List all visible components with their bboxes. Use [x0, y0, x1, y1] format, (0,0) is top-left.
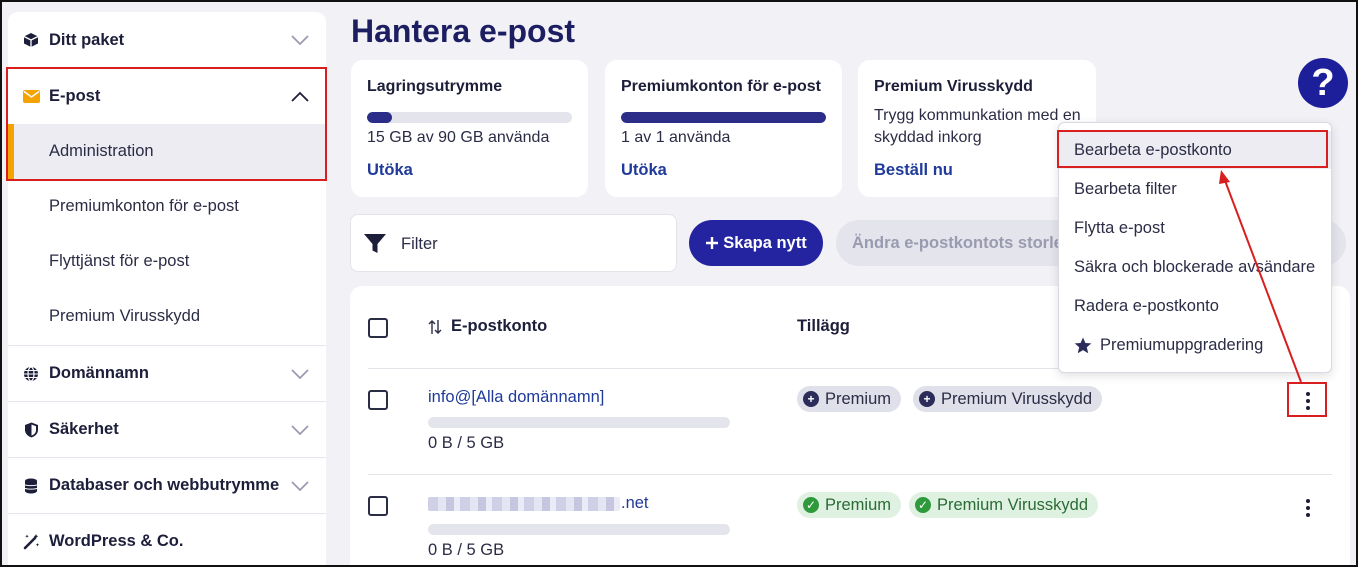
- plus-circle-icon: +: [803, 391, 819, 407]
- row-checkbox[interactable]: [368, 496, 388, 516]
- menu-item-label: Säkra och blockerade avsändare: [1074, 257, 1316, 276]
- sidebar-item-databaser[interactable]: Databaser och webbutrymme: [8, 458, 326, 513]
- more-options-icon[interactable]: [1305, 499, 1311, 517]
- filter-icon: [364, 234, 386, 253]
- addon-label: Premium: [825, 389, 892, 408]
- premium-progress-bar: [621, 112, 826, 123]
- sidebar-subitem-premiumkonton[interactable]: Premiumkonton för e-post: [8, 179, 326, 234]
- database-icon: [22, 477, 40, 495]
- addon-label: Premium Virusskydd: [937, 495, 1088, 514]
- annotation-highlight-box: [1287, 382, 1327, 417]
- expand-premium-link[interactable]: Utöka: [621, 161, 667, 180]
- menu-item-delete-account[interactable]: Radera e-postkonto: [1059, 287, 1331, 325]
- box-icon: [22, 31, 40, 49]
- sidebar-item-label: Säkerhet: [49, 420, 119, 438]
- row-checkbox[interactable]: [368, 390, 388, 410]
- menu-item-label: Radera e-postkonto: [1074, 296, 1219, 315]
- question-icon: ?: [1311, 61, 1335, 104]
- sort-icon[interactable]: [428, 319, 442, 335]
- card-description: Trygg kommunkation med en skyddad inkorg: [874, 107, 1081, 146]
- chevron-down-icon: [291, 480, 309, 491]
- menu-item-move-email[interactable]: Flytta e-post: [1059, 209, 1331, 247]
- storage-progress-bar: [367, 112, 572, 123]
- usage-text: 0 B / 5 GB: [428, 434, 505, 452]
- page-title: Hantera e-post: [351, 13, 576, 49]
- email-account-link[interactable]: info@[Alla domännamn]: [428, 388, 604, 407]
- globe-icon: [22, 365, 40, 383]
- progress-fill: [621, 112, 826, 123]
- check-circle-icon: ✓: [915, 497, 931, 513]
- menu-item-label: Bearbeta filter: [1074, 179, 1177, 198]
- chevron-down-icon: [291, 35, 309, 46]
- magic-wand-icon: [22, 533, 40, 551]
- addon-badge-virus[interactable]: + Premium Virusskydd: [913, 386, 1102, 412]
- menu-item-label: Flytta e-post: [1074, 218, 1165, 237]
- annotation-highlight-box: [6, 67, 327, 181]
- menu-item-premium-upgrade[interactable]: Premiumuppgradering: [1059, 326, 1331, 364]
- sidebar-item-label: Domännamn: [49, 364, 149, 382]
- addon-label: Premium: [825, 495, 892, 514]
- redacted-email: [428, 497, 620, 511]
- chevron-down-icon: [291, 424, 309, 435]
- sidebar-subitem-flyttjanst[interactable]: Flyttjänst för e-post: [8, 234, 326, 289]
- filter-input[interactable]: Filter: [350, 214, 677, 272]
- sidebar-item-label: WordPress & Co.: [49, 532, 184, 550]
- resize-account-label: Ändra e-postkontots storlek: [852, 233, 1073, 252]
- sidebar-item-label: Databaser och webbutrymme: [49, 476, 280, 494]
- sidebar-item-wordpress[interactable]: WordPress & Co.: [8, 514, 326, 567]
- chevron-down-icon: [291, 368, 309, 379]
- order-now-link[interactable]: Beställ nu: [874, 161, 953, 180]
- addon-badge-virus: ✓ Premium Virusskydd: [909, 492, 1098, 518]
- help-button[interactable]: ?: [1298, 58, 1348, 108]
- sidebar-subitem-label: Premiumkonton för e-post: [49, 197, 239, 215]
- create-new-label: Skapa nytt: [723, 233, 807, 252]
- addon-badge-premium[interactable]: + Premium: [797, 386, 902, 412]
- check-circle-icon: ✓: [803, 497, 819, 513]
- card-status: 15 GB av 90 GB använda: [367, 129, 550, 146]
- sidebar-item-sakerhet[interactable]: Säkerhet: [8, 402, 326, 457]
- annotation-highlight-box: [1057, 130, 1328, 168]
- star-icon: [1074, 337, 1092, 353]
- premium-accounts-card: Premiumkonton för e-post 1 av 1 använda …: [605, 60, 842, 197]
- plus-icon: [706, 237, 719, 249]
- expand-storage-link[interactable]: Utöka: [367, 161, 413, 180]
- menu-item-label: Premiumuppgradering: [1100, 335, 1264, 354]
- menu-item-edit-filter[interactable]: Bearbeta filter: [1059, 170, 1331, 208]
- select-all-checkbox[interactable]: [368, 318, 388, 338]
- storage-card: Lagringsutrymme 15 GB av 90 GB använda U…: [351, 60, 588, 197]
- sidebar-subitem-label: Flyttjänst för e-post: [49, 252, 190, 270]
- usage-bar: [428, 524, 730, 535]
- column-header-account[interactable]: E-postkonto: [451, 317, 547, 336]
- create-new-button[interactable]: Skapa nytt: [689, 220, 823, 266]
- card-status: 1 av 1 använda: [621, 129, 731, 146]
- plus-circle-icon: +: [919, 391, 935, 407]
- addon-badge-premium: ✓ Premium: [797, 492, 902, 518]
- usage-bar: [428, 417, 730, 428]
- card-title: Premiumkonton för e-post: [621, 78, 822, 95]
- sidebar-item-label: Ditt paket: [49, 30, 125, 49]
- column-header-addons: Tillägg: [797, 317, 850, 335]
- shield-icon: [22, 421, 40, 439]
- card-title: Lagringsutrymme: [367, 78, 503, 95]
- email-domain-suffix[interactable]: .net: [621, 494, 649, 513]
- addon-label: Premium Virusskydd: [941, 389, 1092, 408]
- sidebar-item-domannamn[interactable]: Domännamn: [8, 346, 326, 401]
- card-title: Premium Virusskydd: [874, 78, 1033, 95]
- sidebar-item-ditt-paket[interactable]: Ditt paket: [8, 12, 326, 68]
- filter-label: Filter: [401, 235, 438, 253]
- progress-fill: [367, 112, 392, 123]
- usage-text: 0 B / 5 GB: [428, 541, 505, 559]
- menu-item-safe-blocked-senders[interactable]: Säkra och blockerade avsändare: [1059, 248, 1331, 286]
- sidebar-subitem-label: Premium Virusskydd: [49, 307, 200, 325]
- sidebar-subitem-premium-virusskydd[interactable]: Premium Virusskydd: [8, 289, 326, 344]
